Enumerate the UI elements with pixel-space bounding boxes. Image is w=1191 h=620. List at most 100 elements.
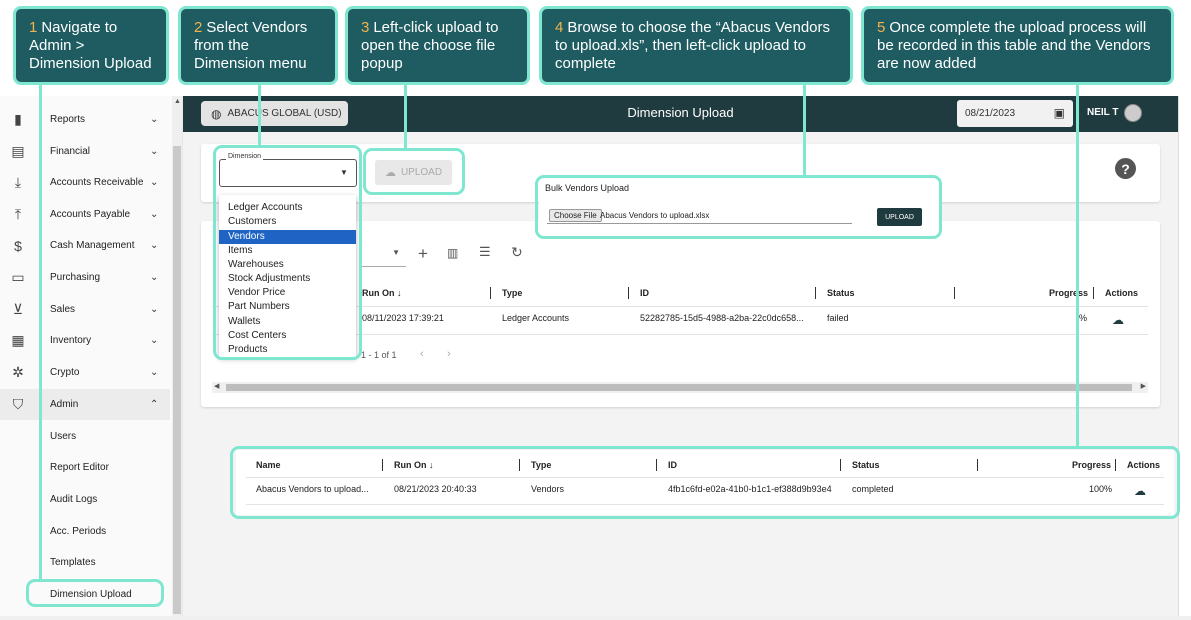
next-page-icon[interactable]: › — [447, 348, 451, 360]
sidebar-item-inventory[interactable]: ▦ Inventory ⌄ — [0, 325, 170, 356]
connector-line-2 — [258, 85, 261, 148]
column-header-id[interactable]: ID — [640, 288, 649, 298]
chevron-down-icon: ⌄ — [150, 209, 159, 220]
filter-icon[interactable]: ☰ — [479, 244, 491, 260]
sidebar: ▮ Reports ⌄ ▤ Financial ⌄ ⤓ Accounts Rec… — [0, 96, 183, 616]
cell-run-on: 08/11/2023 17:39:21 — [362, 313, 444, 323]
sidebar-item-label: Financial — [50, 146, 91, 157]
calendar-icon[interactable]: ▣ — [1054, 106, 1065, 120]
connector-line-5 — [1076, 85, 1079, 446]
callout-step-5: 5 Once complete the upload process will b… — [861, 6, 1174, 85]
cell-type: Ledger Accounts — [502, 313, 570, 323]
cell-progress: % — [1079, 313, 1088, 323]
bottom-strip — [0, 616, 1191, 620]
sidebar-scroll-thumb[interactable] — [173, 146, 181, 614]
sidebar-item-label: Sales — [50, 304, 76, 315]
sidebar-item-admin[interactable]: ⛉ Admin ⌃ — [0, 389, 170, 420]
chevron-down-icon: ▼ — [392, 248, 400, 257]
sidebar-item-cash-management[interactable]: $ Cash Management ⌄ — [0, 230, 170, 261]
sidebar-item-label: Accounts Payable — [50, 209, 131, 220]
column-header-type[interactable]: Type — [502, 288, 522, 298]
sidebar-item-label: Cash Management — [50, 240, 135, 251]
callout-text: Left-click upload to open the choose fil… — [361, 19, 499, 72]
column-header-status[interactable]: Status — [827, 288, 855, 298]
cloud-download-icon[interactable]: ☁ — [1112, 313, 1124, 327]
sidebar-subitem-audit-logs[interactable]: Audit Logs — [50, 494, 97, 505]
callout-text: Select Vendors from the Dimension menu — [194, 19, 308, 72]
credit-card-icon: ▭ — [11, 269, 25, 285]
sidebar-subitem-report-editor[interactable]: Report Editor — [50, 462, 109, 473]
sidebar-item-label: Accounts Receivable — [50, 177, 144, 188]
callout-step-3: 3 Left-click upload to open the choose fi… — [345, 6, 530, 85]
columns-icon[interactable]: ▥ — [447, 246, 458, 260]
chevron-down-icon: ⌄ — [150, 146, 159, 157]
column-separator — [1093, 287, 1094, 299]
scroll-left-icon[interactable]: ◀ — [214, 382, 219, 390]
sidebar-item-sales[interactable]: ⊻ Sales ⌄ — [0, 294, 170, 325]
upload-icon: ⤒ — [14, 206, 22, 222]
cart-icon: ⊻ — [12, 301, 24, 317]
help-icon[interactable]: ? — [1115, 158, 1136, 179]
sidebar-subitem-users[interactable]: Users — [50, 431, 76, 442]
date-picker[interactable]: 08/21/2023 ▣ — [957, 100, 1073, 127]
avatar[interactable] — [1124, 104, 1142, 122]
sidebar-item-reports[interactable]: ▮ Reports ⌄ — [0, 104, 170, 135]
column-header-progress[interactable]: Progress — [1049, 288, 1088, 298]
chevron-down-icon: ⌄ — [150, 367, 159, 378]
sidebar-item-accounts-receivable[interactable]: ⤓ Accounts Receivable ⌄ — [0, 167, 170, 198]
shield-gear-icon: ⛉ — [12, 396, 24, 412]
chevron-up-icon: ⌃ — [150, 399, 159, 410]
top-bar: ◍ ABACUS GLOBAL (USD) Dimension Upload 0… — [183, 96, 1178, 132]
highlight-result-table — [230, 446, 1180, 519]
sidebar-item-label: Admin — [50, 399, 79, 410]
network-icon: ✲ — [12, 364, 24, 380]
chevron-down-icon: ⌄ — [150, 114, 159, 125]
callout-number: 3 — [361, 19, 370, 36]
connector-line-3 — [404, 85, 407, 149]
highlight-dimension-menu — [213, 145, 362, 360]
highlight-dimension-upload-item — [26, 579, 164, 607]
grid-icon: ▦ — [11, 332, 25, 348]
sidebar-item-label: Purchasing — [50, 272, 101, 283]
add-icon[interactable]: + — [418, 244, 428, 264]
prev-page-icon[interactable]: ‹ — [420, 348, 424, 360]
connector-line-1 — [39, 85, 42, 581]
refresh-icon[interactable]: ↻ — [511, 244, 523, 261]
scroll-thumb[interactable] — [226, 384, 1132, 391]
callout-number: 4 — [555, 19, 564, 36]
scroll-up-arrow-icon[interactable]: ▲ — [174, 98, 181, 105]
sidebar-item-label: Reports — [50, 114, 86, 125]
pagination-text: 1 - 1 of 1 — [361, 350, 397, 360]
callout-number: 2 — [194, 19, 203, 36]
callout-text: Navigate to Admin > Dimension Upload — [29, 19, 152, 72]
scroll-right-icon[interactable]: ▶ — [1141, 382, 1146, 390]
bar-chart-icon: ▮ — [14, 111, 22, 127]
sidebar-item-purchasing[interactable]: ▭ Purchasing ⌄ — [0, 262, 170, 293]
horizontal-scrollbar[interactable]: ◀ ▶ — [212, 382, 1148, 393]
cell-status: failed — [827, 313, 849, 323]
sidebar-item-crypto[interactable]: ✲ Crypto ⌄ — [0, 357, 170, 388]
connector-line-4 — [803, 85, 806, 177]
clipboard-icon: ▤ — [11, 143, 25, 159]
chevron-down-icon: ⌄ — [150, 177, 159, 188]
highlight-bulk-upload — [535, 175, 942, 239]
column-separator — [954, 287, 955, 299]
chevron-down-icon: ⌄ — [150, 240, 159, 251]
sidebar-subitem-templates[interactable]: Templates — [50, 557, 96, 568]
callout-step-4: 4 Browse to choose the “Abacus Vendors to… — [539, 6, 853, 85]
column-separator — [815, 287, 816, 299]
user-name[interactable]: NEIL T — [1087, 107, 1118, 118]
callout-number: 5 — [877, 19, 886, 36]
column-header-run-on[interactable]: Run On ↓ — [362, 288, 402, 298]
sidebar-item-financial[interactable]: ▤ Financial ⌄ — [0, 136, 170, 167]
view-select[interactable]: ▼ — [360, 243, 406, 267]
chevron-down-icon: ⌄ — [150, 335, 159, 346]
callout-step-1: 1 Navigate to Admin > Dimension Upload — [13, 6, 169, 85]
sidebar-item-accounts-payable[interactable]: ⤒ Accounts Payable ⌄ — [0, 199, 170, 230]
chevron-down-icon: ⌄ — [150, 304, 159, 315]
column-separator — [628, 287, 629, 299]
sidebar-subitem-acc-periods[interactable]: Acc. Periods — [50, 526, 106, 537]
chevron-down-icon: ⌄ — [150, 272, 159, 283]
highlight-upload-button — [363, 148, 465, 195]
date-value: 08/21/2023 — [965, 108, 1016, 119]
